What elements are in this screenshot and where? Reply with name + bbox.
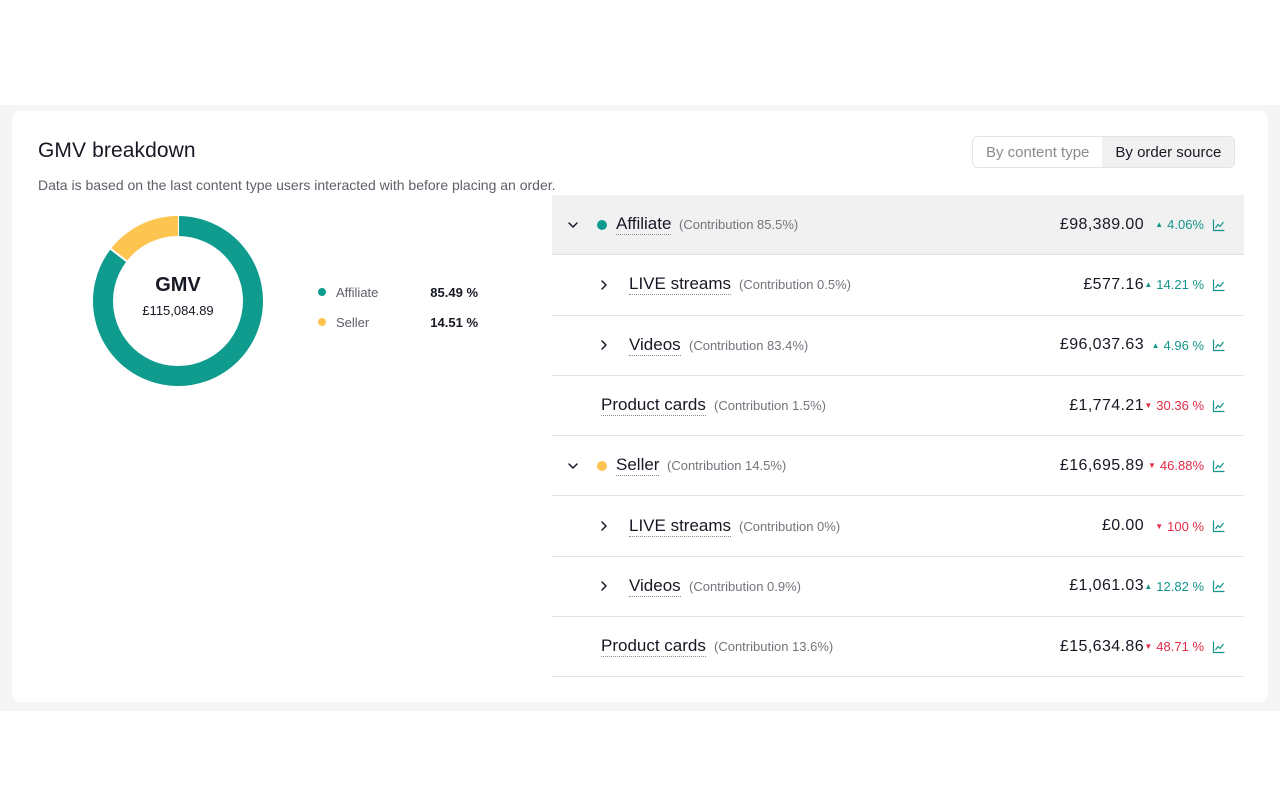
row-name[interactable]: Product cards — [601, 395, 706, 417]
row-change: ▲ 12.82 % — [1144, 579, 1204, 594]
row-contribution: (Contribution 0%) — [739, 518, 841, 534]
by-content-type-button[interactable]: By content type — [973, 137, 1102, 167]
row-name[interactable]: Seller — [616, 455, 660, 477]
legend-percentage: 14.51 % — [430, 314, 478, 330]
row-name-label: LIVE streams — [629, 515, 732, 535]
row-gmv-amount: £96,037.63 — [1059, 336, 1144, 354]
row-name[interactable]: Videos — [629, 576, 681, 597]
row-change-value: 12.82 % — [1156, 578, 1204, 594]
legend-item-seller: Seller 14.51 % — [318, 307, 478, 337]
by-order-source-button[interactable]: By order source — [1102, 137, 1235, 167]
row-change: ▼ 30.36 % — [1144, 398, 1204, 413]
affiliate-dot-icon — [597, 219, 607, 230]
table-row[interactable]: Videos (Contribution 83.4%) £96,037.63 ▲ 4.9… — [552, 316, 1244, 376]
row-name-label: LIVE streams — [629, 274, 732, 294]
legend-label: Seller — [336, 314, 370, 330]
arrow-down-icon: ▼ — [1147, 461, 1156, 471]
row-change-value: 46.88% — [1159, 458, 1204, 474]
gmv-donut-chart: GMV £115,084.89 — [92, 215, 264, 387]
gmv-source-table: Affiliate (Contribution 85.5%) £98,389.00 ▲… — [552, 195, 1244, 678]
row-name-label: Affiliate — [616, 214, 672, 234]
row-contribution: (Contribution 85.5%) — [679, 217, 799, 233]
card-title: GMV breakdown — [38, 139, 196, 162]
trend-chart-icon[interactable] — [1212, 519, 1226, 533]
row-name[interactable]: Affiliate — [616, 214, 672, 236]
row-name-label: Videos — [629, 334, 681, 354]
arrow-up-icon: ▲ — [1151, 340, 1160, 350]
row-change-value: 100 % — [1167, 518, 1204, 534]
arrow-down-icon: ▼ — [1144, 642, 1153, 652]
arrow-up-icon: ▲ — [1144, 280, 1153, 290]
chevron-right-icon[interactable] — [596, 337, 612, 353]
row-change: ▲ 4.96 % — [1152, 338, 1204, 353]
donut-title: GMV — [155, 274, 201, 296]
trend-chart-icon[interactable] — [1212, 338, 1226, 352]
chart-legend: Affiliate 85.49 % Seller 14.51 % — [318, 277, 478, 337]
row-contribution: (Contribution 0.5%) — [739, 277, 851, 293]
trend-chart-icon[interactable] — [1212, 218, 1226, 232]
table-row[interactable]: Videos (Contribution 0.9%) £1,061.03 ▲ 12.82… — [552, 557, 1244, 618]
row-change: ▼ 100 % — [1155, 519, 1204, 534]
table-row[interactable]: Affiliate (Contribution 85.5%) £98,389.00 ▲… — [552, 195, 1244, 256]
affiliate-dot-icon — [318, 288, 326, 296]
row-name-label: Seller — [616, 455, 660, 475]
chevron-right-icon[interactable] — [596, 277, 612, 293]
row-change-value: 30.36 % — [1156, 398, 1204, 414]
arrow-up-icon: ▲ — [1155, 220, 1164, 230]
row-contribution: (Contribution 14.5%) — [667, 458, 787, 474]
legend-item-affiliate: Affiliate 85.49 % — [318, 277, 478, 307]
trend-chart-icon[interactable] — [1212, 640, 1226, 654]
row-contribution: (Contribution 1.5%) — [714, 398, 826, 414]
row-name-label: Product cards — [601, 395, 706, 415]
table-row[interactable]: Seller (Contribution 14.5%) £16,695.89 ▼ 46.… — [552, 436, 1244, 497]
table-row[interactable]: Product cards (Contribution 1.5%) £1,774.2… — [552, 376, 1244, 437]
row-change-value: 14.21 % — [1156, 277, 1204, 293]
chevron-down-icon[interactable] — [565, 217, 581, 233]
donut-total-value: £115,084.89 — [142, 303, 214, 318]
row-gmv-amount: £1,061.03 — [1069, 577, 1144, 595]
card-subtitle: Data is based on the last content type u… — [38, 177, 556, 193]
row-name[interactable]: Videos — [629, 335, 681, 356]
chevron-right-icon[interactable] — [596, 518, 612, 534]
trend-chart-icon[interactable] — [1212, 579, 1226, 593]
row-contribution: (Contribution 0.9%) — [689, 578, 801, 594]
row-gmv-amount: £577.16 — [1083, 275, 1144, 293]
row-name-label: Videos — [629, 575, 681, 595]
row-gmv-amount: £16,695.89 — [1059, 456, 1144, 474]
arrow-down-icon: ▼ — [1144, 401, 1153, 411]
row-change-value: 48.71 % — [1156, 639, 1204, 655]
row-contribution: (Contribution 83.4%) — [689, 337, 809, 353]
chevron-down-icon[interactable] — [565, 458, 581, 474]
row-gmv-amount: £0.00 — [1101, 517, 1144, 535]
table-row[interactable]: Product cards (Contribution 13.6%) £15,634… — [552, 617, 1244, 678]
table-row[interactable]: LIVE streams (Contribution 0.5%) £577.16 ▲ 1… — [552, 255, 1244, 316]
legend-label: Affiliate — [336, 284, 379, 300]
seller-dot-icon — [597, 460, 607, 471]
gmv-breakdown-card: GMV breakdown Data is based on the last … — [12, 111, 1268, 702]
table-row[interactable]: LIVE streams (Contribution 0%) £0.00 ▼ 100 % — [552, 496, 1244, 557]
row-contribution: (Contribution 13.6%) — [714, 639, 834, 655]
row-name-label: Product cards — [601, 636, 706, 656]
trend-chart-icon[interactable] — [1212, 278, 1226, 292]
seller-dot-icon — [318, 318, 326, 326]
arrow-down-icon: ▼ — [1155, 521, 1164, 531]
row-change: ▼ 48.71 % — [1144, 639, 1204, 654]
row-name[interactable]: LIVE streams — [629, 274, 732, 296]
chevron-right-icon[interactable] — [596, 578, 612, 594]
row-change: ▲ 4.06% — [1155, 217, 1204, 232]
row-name[interactable]: LIVE streams — [629, 515, 732, 537]
row-change: ▲ 14.21 % — [1144, 277, 1204, 292]
legend-percentage: 85.49 % — [430, 284, 478, 300]
arrow-up-icon: ▲ — [1144, 581, 1153, 591]
row-gmv-amount: £1,774.21 — [1069, 396, 1144, 414]
row-gmv-amount: £98,389.00 — [1059, 215, 1144, 233]
row-change: ▼ 46.88% — [1148, 458, 1204, 473]
trend-chart-icon[interactable] — [1212, 459, 1226, 473]
row-change-value: 4.06% — [1167, 217, 1204, 233]
trend-chart-icon[interactable] — [1212, 399, 1226, 413]
row-name[interactable]: Product cards — [601, 636, 706, 658]
row-gmv-amount: £15,634.86 — [1059, 637, 1144, 655]
row-change-value: 4.96 % — [1163, 337, 1204, 353]
view-toggle: By content type By order source — [972, 136, 1236, 168]
